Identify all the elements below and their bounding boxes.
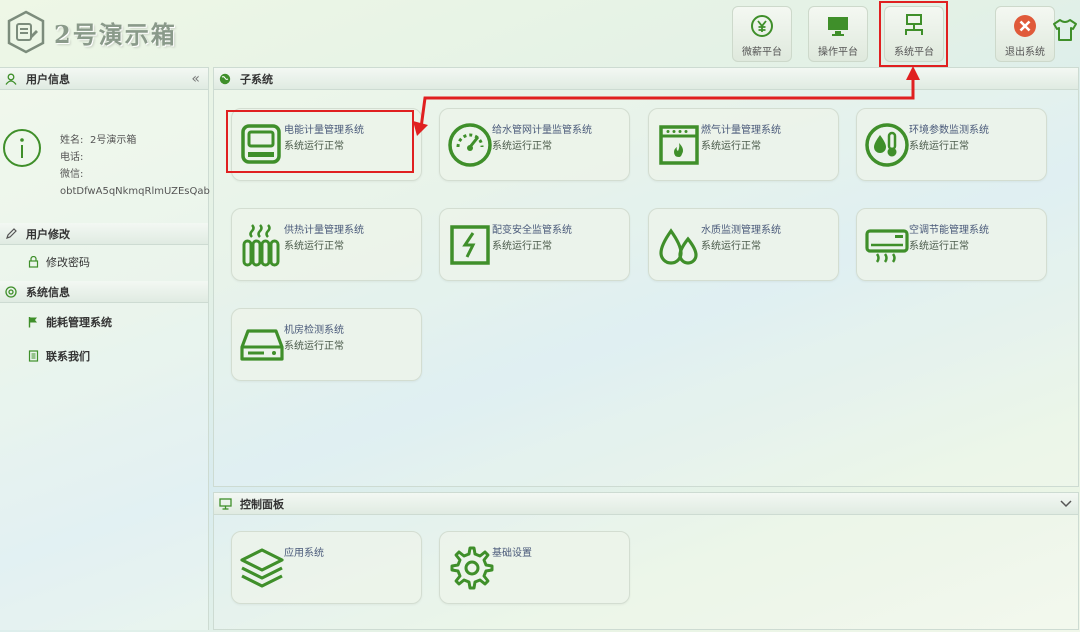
name-label: 姓名: bbox=[60, 135, 84, 146]
wechat-label: 微信: bbox=[60, 169, 84, 180]
nav-label: 退出系统 bbox=[1005, 47, 1045, 58]
sidebar-item-label: 能耗管理系统 bbox=[46, 316, 112, 329]
wechat-value: obtDfwA5qNkmqRlmUZEsQab bbox=[60, 186, 210, 197]
tile-name: 给水管网计量监管系统 bbox=[492, 125, 592, 136]
document-icon bbox=[26, 349, 40, 363]
highlight-electric-metering bbox=[226, 110, 414, 173]
tile-status: 系统运行正常 bbox=[284, 241, 344, 252]
tile-name: 供热计量管理系统 bbox=[284, 225, 364, 236]
power-box-icon bbox=[450, 225, 490, 265]
nav-button-operation-platform[interactable]: 操作平台 bbox=[808, 6, 868, 62]
sidebar-item-change-password[interactable]: 修改密码 bbox=[0, 245, 208, 279]
nav-label: 操作平台 bbox=[818, 47, 858, 58]
close-circle-icon bbox=[1012, 13, 1038, 39]
water-drops-icon bbox=[659, 228, 698, 265]
subsystems-title: 子系统 bbox=[240, 72, 273, 86]
system-info-header: 系统信息 bbox=[0, 281, 208, 303]
tile-status: 系统运行正常 bbox=[701, 141, 761, 152]
app-logo: 2号演示箱 bbox=[6, 10, 177, 54]
control-panel-header: 控制面板 bbox=[214, 493, 1078, 515]
pencil-icon bbox=[4, 227, 18, 241]
tile-name: 机房检测系统 bbox=[284, 325, 344, 336]
collapse-left-icon[interactable]: « bbox=[191, 71, 200, 87]
sidebar-item-label: 联系我们 bbox=[46, 350, 90, 363]
yen-circle-icon bbox=[749, 13, 775, 39]
globe-icon bbox=[218, 72, 232, 86]
name-value: 2号演示箱 bbox=[90, 135, 137, 146]
tile-heat-metering[interactable]: 供热计量管理系统 系统运行正常 bbox=[231, 208, 422, 281]
tile-status: 系统运行正常 bbox=[909, 241, 969, 252]
phone-label: 电话: bbox=[60, 152, 84, 163]
tile-application-system[interactable]: 应用系统 bbox=[231, 531, 422, 604]
tile-basic-settings[interactable]: 基础设置 bbox=[439, 531, 630, 604]
left-sidebar: 用户信息 « 姓名: 2号演示箱 电话: 微信: obtDfwA5qNkmqRlm… bbox=[0, 67, 210, 630]
tile-status: 系统运行正常 bbox=[701, 241, 761, 252]
thermometer-drop-icon bbox=[865, 123, 909, 167]
tile-environment-monitoring[interactable]: 环境参数监测系统 系统运行正常 bbox=[856, 108, 1047, 181]
lock-icon bbox=[26, 255, 40, 269]
sidebar-item-label: 修改密码 bbox=[46, 256, 90, 269]
tile-name: 环境参数监测系统 bbox=[909, 125, 989, 136]
flag-icon bbox=[26, 315, 40, 329]
sidebar-item-contact-us[interactable]: 联系我们 bbox=[0, 339, 208, 373]
monitor-small-icon bbox=[218, 497, 232, 511]
user-edit-title: 用户修改 bbox=[26, 227, 70, 241]
tile-status: 系统运行正常 bbox=[284, 341, 344, 352]
gas-stove-icon bbox=[659, 125, 699, 165]
lifebuoy-icon bbox=[4, 285, 18, 299]
nav-label: 微薪平台 bbox=[742, 47, 782, 58]
user-info-header: 用户信息 « bbox=[0, 68, 208, 90]
nav-button-logout[interactable]: 退出系统 bbox=[995, 6, 1055, 62]
tile-water-quality[interactable]: 水质监测管理系统 系统运行正常 bbox=[648, 208, 839, 281]
control-panel: 控制面板 应用系统 基础设置 bbox=[213, 492, 1079, 630]
system-info-title: 系统信息 bbox=[26, 285, 70, 299]
user-fields: 姓名: 2号演示箱 电话: 微信: obtDfwA5qNkmqRlmUZEsQab bbox=[60, 132, 210, 200]
tile-name: 应用系统 bbox=[284, 548, 324, 559]
sidebar-item-energy-system[interactable]: 能耗管理系统 bbox=[0, 305, 208, 339]
tile-substation-safety[interactable]: 配变安全监管系统 系统运行正常 bbox=[439, 208, 630, 281]
chevron-down-icon[interactable] bbox=[1060, 497, 1072, 511]
tile-name: 水质监测管理系统 bbox=[701, 225, 781, 236]
tile-server-room[interactable]: 机房检测系统 系统运行正常 bbox=[231, 308, 422, 381]
cog-icon bbox=[450, 546, 494, 590]
user-edit-header: 用户修改 bbox=[0, 223, 208, 245]
app-title: 2号演示箱 bbox=[54, 19, 177, 49]
tile-gas-metering[interactable]: 燃气计量管理系统 系统运行正常 bbox=[648, 108, 839, 181]
server-drive-icon bbox=[240, 329, 284, 361]
user-icon bbox=[4, 72, 18, 86]
logo-hexagon-icon bbox=[7, 10, 45, 54]
info-circle-icon bbox=[3, 129, 41, 167]
top-header: 2号演示箱 微薪平台 操作平台 系统平台 退出系统 bbox=[0, 0, 1080, 67]
tile-name: 基础设置 bbox=[492, 548, 532, 559]
tile-name: 燃气计量管理系统 bbox=[701, 125, 781, 136]
nav-button-wechat-platform[interactable]: 微薪平台 bbox=[732, 6, 792, 62]
layers-icon bbox=[240, 548, 284, 588]
control-panel-title: 控制面板 bbox=[240, 497, 284, 511]
monitor-icon bbox=[825, 13, 851, 39]
active-nav-highlight bbox=[879, 1, 948, 67]
tile-name: 配变安全监管系统 bbox=[492, 225, 572, 236]
tile-status: 系统运行正常 bbox=[492, 141, 552, 152]
subsystems-header: 子系统 bbox=[214, 68, 1078, 90]
user-info-box: 姓名: 2号演示箱 电话: 微信: obtDfwA5qNkmqRlmUZEsQab bbox=[0, 90, 210, 200]
shirt-icon[interactable] bbox=[1052, 18, 1078, 42]
gauge-icon bbox=[448, 123, 492, 167]
tile-status: 系统运行正常 bbox=[909, 141, 969, 152]
tile-air-conditioning[interactable]: 空调节能管理系统 系统运行正常 bbox=[856, 208, 1047, 281]
tile-name: 空调节能管理系统 bbox=[909, 225, 989, 236]
air-conditioner-icon bbox=[865, 229, 909, 263]
tile-status: 系统运行正常 bbox=[492, 241, 552, 252]
radiator-icon bbox=[242, 224, 280, 267]
tile-water-network[interactable]: 给水管网计量监管系统 系统运行正常 bbox=[439, 108, 630, 181]
user-info-title: 用户信息 bbox=[26, 72, 70, 86]
